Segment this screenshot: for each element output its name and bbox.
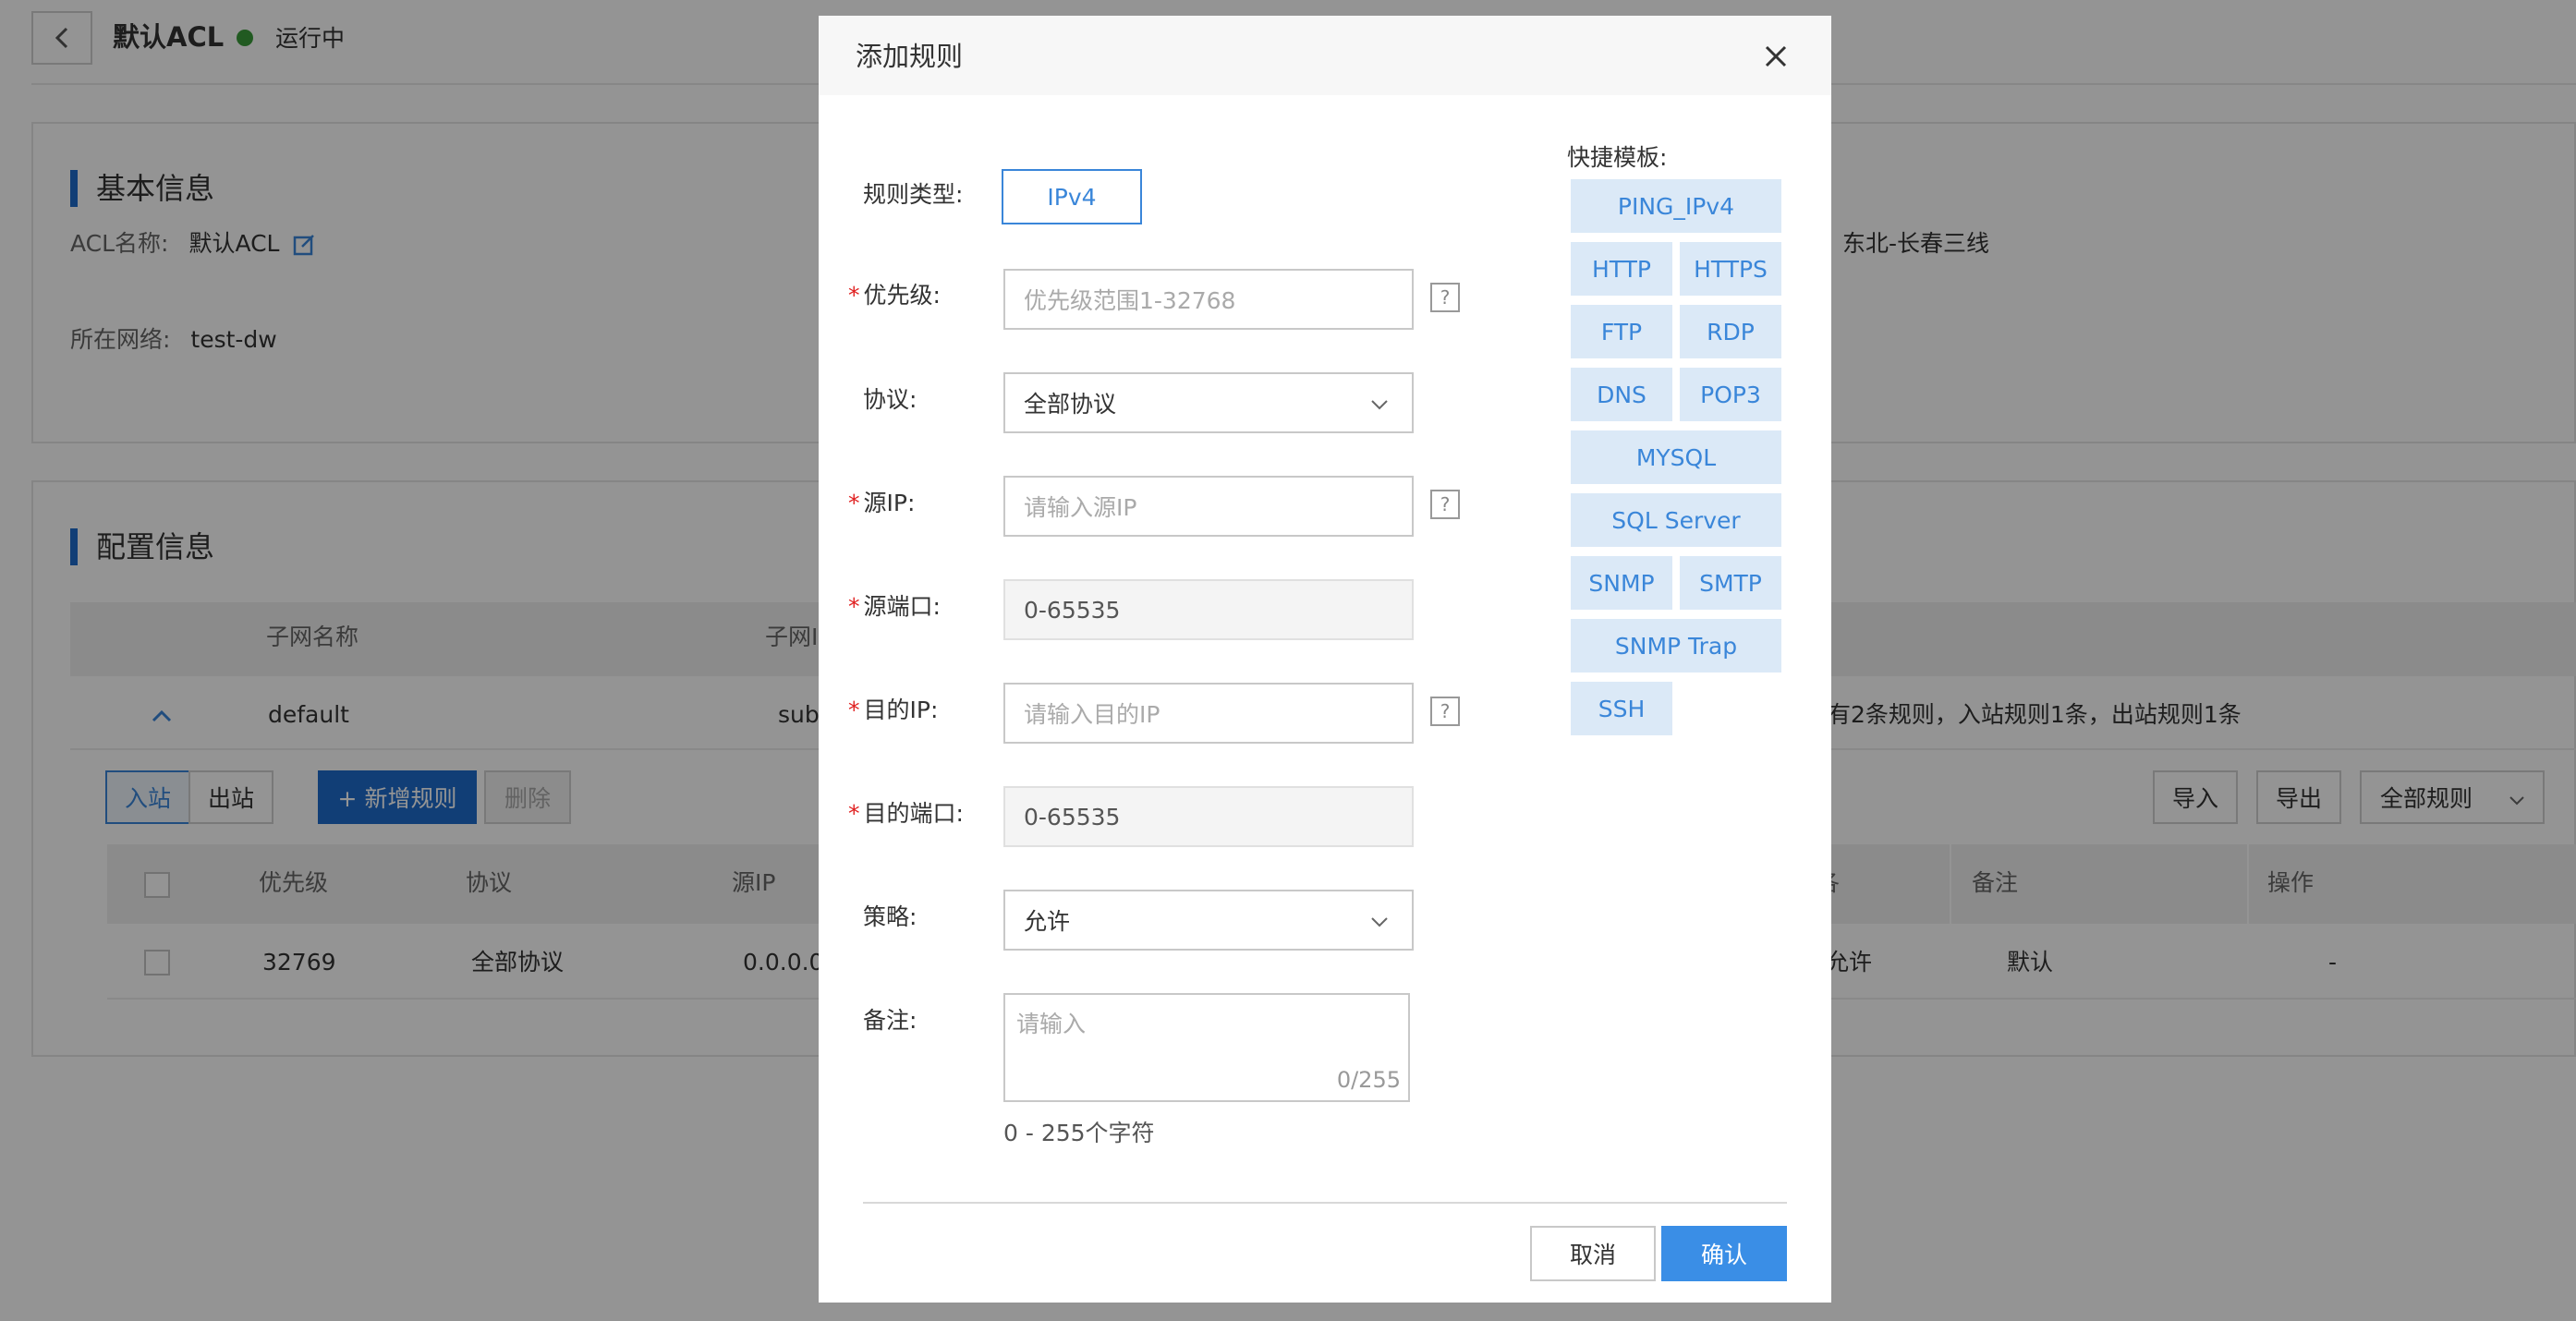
priority-label-text: 优先级: (863, 282, 941, 309)
dest-ip-placeholder: 请输入目的IP (1024, 701, 1160, 728)
dest-port-input[interactable]: 0-65535 (1003, 786, 1414, 847)
required-marker: * (848, 490, 860, 516)
source-port-label: * 源端口: (848, 590, 941, 624)
source-port-label-text: 源端口: (863, 593, 941, 620)
dest-ip-help-icon[interactable]: ? (1430, 697, 1460, 726)
priority-label: * 优先级: (848, 279, 941, 312)
remark-placeholder: 请输入 (1016, 1011, 1087, 1037)
template-mysql[interactable]: MYSQL (1571, 430, 1781, 484)
priority-input[interactable]: 优先级范围1-32768 (1003, 269, 1414, 330)
chevron-down-icon (1371, 400, 1388, 410)
template-rdp[interactable]: RDP (1680, 305, 1781, 358)
protocol-select[interactable]: 全部协议 (1003, 372, 1414, 433)
dest-port-label: * 目的端口: (848, 797, 964, 830)
remark-counter: 0/255 (1336, 1067, 1401, 1093)
source-port-value: 0-65535 (1024, 596, 1121, 624)
template-http[interactable]: HTTP (1571, 242, 1672, 296)
template-https[interactable]: HTTPS (1680, 242, 1781, 296)
protocol-label: 协议: (863, 386, 917, 413)
add-rule-dialog: 添加规则 规则类型: IPv4 * 优先级: 优先级范围1-32768 ? 协议:… (819, 16, 1831, 1303)
required-marker: * (848, 593, 860, 620)
rule-type-label: 规则类型: (863, 181, 964, 208)
dest-ip-input[interactable]: 请输入目的IP (1003, 683, 1414, 744)
chevron-down-icon (1371, 917, 1388, 927)
policy-select[interactable]: 允许 (1003, 890, 1414, 951)
footer-divider (863, 1202, 1787, 1204)
source-ip-help-icon[interactable]: ? (1430, 490, 1460, 519)
dialog-header (819, 16, 1831, 95)
template-dns[interactable]: DNS (1571, 368, 1672, 421)
remark-label: 备注: (863, 1007, 917, 1034)
policy-value: 允许 (1024, 908, 1071, 935)
priority-help-icon[interactable]: ? (1430, 283, 1460, 312)
template-sql-server[interactable]: SQL Server (1571, 493, 1781, 547)
source-port-input[interactable]: 0-65535 (1003, 579, 1414, 640)
remark-textarea[interactable]: 请输入 0/255 (1003, 993, 1410, 1102)
template-ftp[interactable]: FTP (1571, 305, 1672, 358)
cancel-button[interactable]: 取消 (1530, 1226, 1656, 1281)
source-ip-label: * 源IP: (848, 487, 915, 520)
template-pop3[interactable]: POP3 (1680, 368, 1781, 421)
remark-hint: 0 - 255个字符 (1003, 1120, 1155, 1146)
template-snmp-trap[interactable]: SNMP Trap (1571, 619, 1781, 673)
template-snmp[interactable]: SNMP (1571, 556, 1672, 610)
template-ping-ipv4[interactable]: PING_IPv4 (1571, 179, 1781, 233)
source-ip-input[interactable]: 请输入源IP (1003, 476, 1414, 537)
required-marker: * (848, 282, 860, 309)
dialog-title: 添加规则 (856, 41, 964, 72)
policy-label: 策略: (863, 903, 917, 930)
source-ip-placeholder: 请输入源IP (1024, 494, 1137, 521)
confirm-button[interactable]: 确认 (1661, 1226, 1787, 1281)
dest-ip-label: * 目的IP: (848, 694, 938, 727)
rule-type-ipv4-button[interactable]: IPv4 (1002, 169, 1142, 224)
close-icon[interactable] (1759, 40, 1792, 73)
priority-placeholder: 优先级范围1-32768 (1024, 287, 1236, 314)
dest-port-label-text: 目的端口: (863, 800, 964, 827)
dest-port-value: 0-65535 (1024, 803, 1121, 830)
required-marker: * (848, 800, 860, 827)
protocol-value: 全部协议 (1024, 391, 1117, 418)
dest-ip-label-text: 目的IP: (863, 697, 939, 723)
template-smtp[interactable]: SMTP (1680, 556, 1781, 610)
source-ip-label-text: 源IP: (863, 490, 916, 516)
template-ssh[interactable]: SSH (1571, 682, 1672, 735)
required-marker: * (848, 697, 860, 723)
templates-label: 快捷模板: (1567, 144, 1668, 171)
